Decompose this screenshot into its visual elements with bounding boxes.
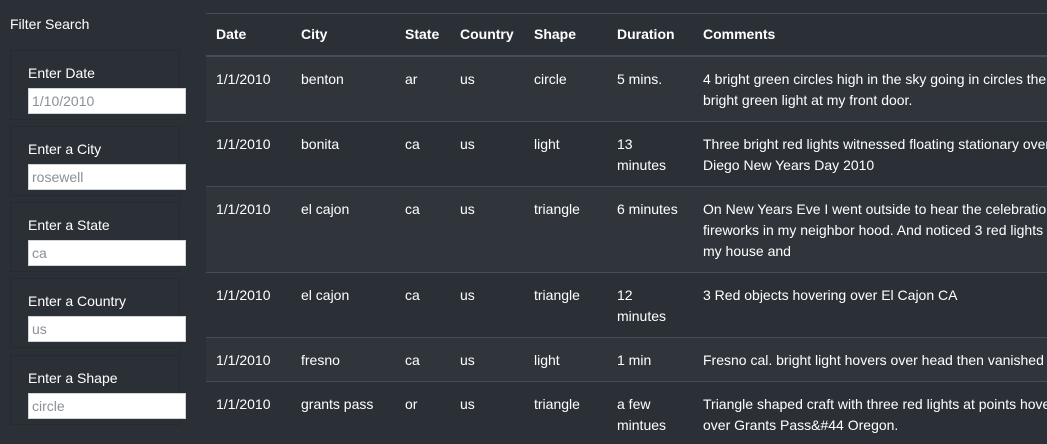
header-city: City <box>291 13 395 57</box>
filter-shape: Enter a Shape <box>10 355 186 425</box>
cell-city: bonita <box>291 120 395 186</box>
cell-city: grants pass <box>291 380 395 444</box>
cell-state: or <box>395 380 450 444</box>
filter-sidebar: Filter Search Enter Date Enter a City En… <box>0 0 200 444</box>
cell-date: 1/1/2010 <box>206 55 291 121</box>
table-row: 1/1/2010 grants pass or us triangle a fe… <box>206 380 1047 444</box>
cell-country: us <box>450 120 524 186</box>
filter-date: Enter Date <box>10 50 186 120</box>
header-state: State <box>395 13 450 57</box>
cell-duration: 5 mins. <box>607 55 693 121</box>
filter-shape-label: Enter a Shape <box>28 370 118 386</box>
cell-comments: Three bright red lights witnessed floati… <box>693 120 1047 186</box>
cell-country: us <box>450 336 524 381</box>
filter-country: Enter a Country <box>10 278 186 348</box>
cell-duration: 13 minutes <box>607 120 693 186</box>
cell-date: 1/1/2010 <box>206 336 291 381</box>
cell-duration: a few mintues <box>607 380 693 444</box>
cell-date: 1/1/2010 <box>206 120 291 186</box>
header-country: Country <box>450 13 524 57</box>
cell-state: ca <box>395 120 450 186</box>
cell-state: ca <box>395 271 450 337</box>
cell-duration: 12 minutes <box>607 271 693 337</box>
date-input[interactable] <box>28 88 186 114</box>
country-input[interactable] <box>28 316 186 342</box>
cell-date: 1/1/2010 <box>206 271 291 337</box>
cell-shape: light <box>524 336 607 381</box>
cell-duration: 1 min <box>607 336 693 381</box>
cell-shape: circle <box>524 55 607 121</box>
cell-shape: triangle <box>524 185 607 272</box>
cell-city: fresno <box>291 336 395 381</box>
cell-duration: 6 minutes <box>607 185 693 272</box>
cell-country: us <box>450 271 524 337</box>
filter-state-label: Enter a State <box>28 217 110 233</box>
cell-city: el cajon <box>291 271 395 337</box>
cell-state: ar <box>395 55 450 121</box>
cell-state: ca <box>395 336 450 381</box>
city-input[interactable] <box>28 164 186 190</box>
filter-city: Enter a City <box>10 126 186 196</box>
ufo-sightings-page: Filter Search Enter Date Enter a City En… <box>0 0 1047 444</box>
filter-country-label: Enter a Country <box>28 293 127 309</box>
filter-date-label: Enter Date <box>28 65 95 81</box>
cell-date: 1/1/2010 <box>206 380 291 444</box>
header-shape: Shape <box>524 13 607 57</box>
cell-shape: light <box>524 120 607 186</box>
table-header-row: Date City State Country Shape Duration C… <box>206 13 1047 57</box>
cell-city: el cajon <box>291 185 395 272</box>
table-row: 1/1/2010 benton ar us circle 5 mins. 4 b… <box>206 55 1047 121</box>
header-comments: Comments <box>693 13 1047 57</box>
header-duration: Duration <box>607 13 693 57</box>
cell-city: benton <box>291 55 395 121</box>
sightings-table-wrapper: Date City State Country Shape Duration C… <box>206 13 1047 444</box>
cell-comments: On New Years Eve I went outside to hear … <box>693 185 1047 272</box>
state-input[interactable] <box>28 240 186 266</box>
cell-comments: 3 Red objects hovering over El Cajon CA <box>693 271 1047 337</box>
cell-comments: 4 bright green circles high in the sky g… <box>693 55 1047 121</box>
cell-state: ca <box>395 185 450 272</box>
table-row: 1/1/2010 bonita ca us light 13 minutes T… <box>206 120 1047 186</box>
sightings-table: Date City State Country Shape Duration C… <box>206 13 1047 444</box>
table-row: 1/1/2010 el cajon ca us triangle 6 minut… <box>206 185 1047 272</box>
shape-input[interactable] <box>28 393 186 419</box>
cell-country: us <box>450 185 524 272</box>
cell-shape: triangle <box>524 271 607 337</box>
cell-country: us <box>450 380 524 444</box>
cell-country: us <box>450 55 524 121</box>
cell-date: 1/1/2010 <box>206 185 291 272</box>
cell-comments: Triangle shaped craft with three red lig… <box>693 380 1047 444</box>
cell-comments: Fresno cal. bright light hovers over hea… <box>693 336 1047 381</box>
table-row: 1/1/2010 el cajon ca us triangle 12 minu… <box>206 271 1047 337</box>
filter-city-label: Enter a City <box>28 141 102 157</box>
filter-state: Enter a State <box>10 202 186 272</box>
sidebar-title: Filter Search <box>10 16 90 32</box>
header-date: Date <box>206 13 291 57</box>
cell-shape: triangle <box>524 380 607 444</box>
table-row: 1/1/2010 fresno ca us light 1 min Fresno… <box>206 336 1047 381</box>
